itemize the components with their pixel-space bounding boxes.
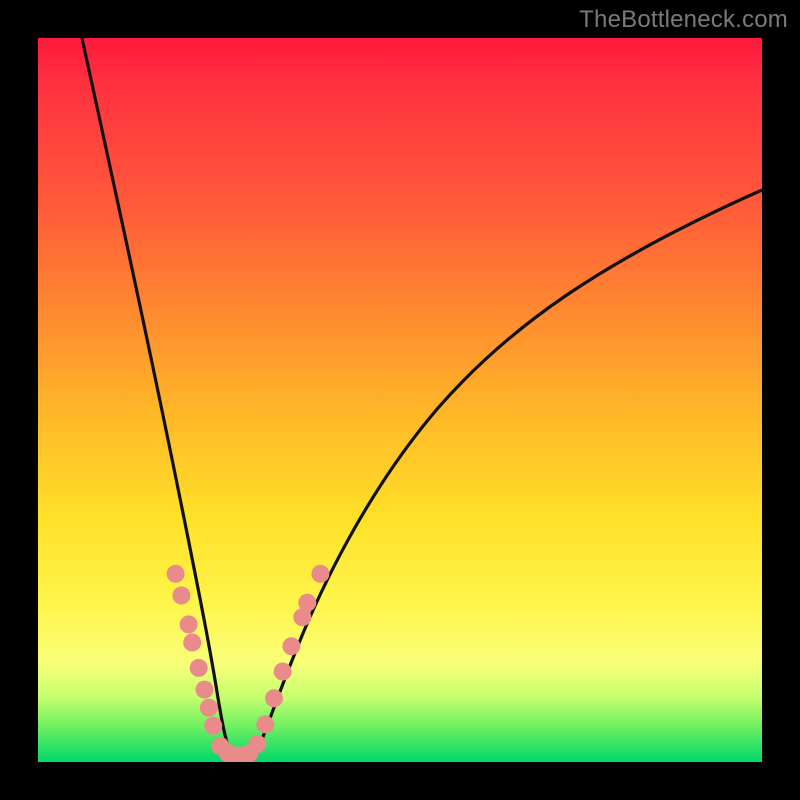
data-marker (265, 689, 283, 707)
chart-svg (38, 38, 762, 762)
data-marker (311, 565, 329, 583)
marker-layer (167, 565, 330, 762)
data-marker (190, 659, 208, 677)
data-marker (200, 699, 218, 717)
right-curve (254, 190, 762, 757)
plot-area (38, 38, 762, 762)
data-marker (204, 717, 222, 735)
data-marker (196, 681, 214, 699)
data-marker (183, 634, 201, 652)
data-marker (298, 594, 316, 612)
left-curve (82, 38, 233, 757)
data-marker (274, 663, 292, 681)
data-marker (248, 735, 266, 753)
data-marker (256, 715, 274, 733)
data-marker (172, 587, 190, 605)
data-marker (167, 565, 185, 583)
data-marker (282, 637, 300, 655)
watermark-text: TheBottleneck.com (579, 6, 788, 34)
curve-layer (82, 38, 762, 759)
data-marker (180, 615, 198, 633)
chart-frame: TheBottleneck.com (0, 0, 800, 800)
